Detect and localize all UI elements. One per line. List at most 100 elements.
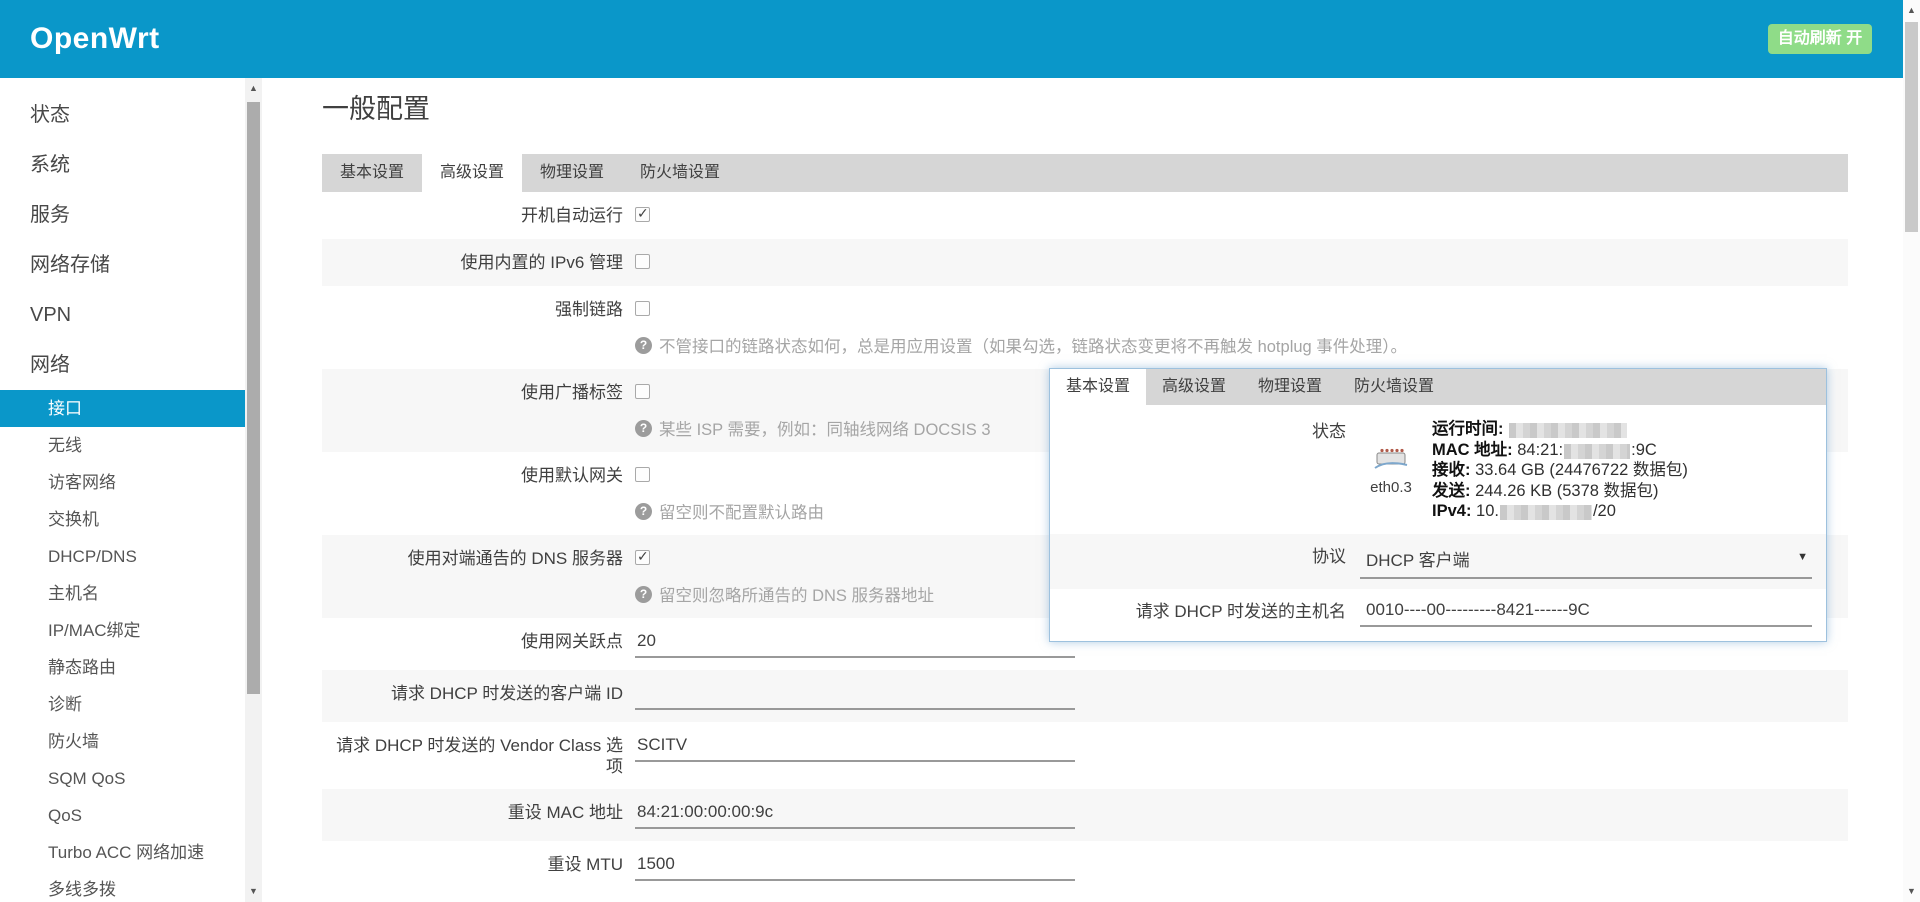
sidebar-subitem-ip-mac-binding[interactable]: IP/MAC绑定 [0,612,245,649]
interface-status-text: 运行时间: MAC 地址: 84:21::9C 接收: 33.64 GB (24… [1432,419,1688,522]
field-label: 强制链路 [322,298,635,320]
tab-advanced-settings[interactable]: 高级设置 [422,154,522,192]
sidebar-subitem-multiwan[interactable]: 多线多拨 [0,871,245,902]
gateway-metric-input[interactable] [635,630,1075,658]
sidebar-item-status[interactable]: 状态 [0,90,245,140]
openwrt-logo: OpenWrt [30,0,160,78]
scroll-down-icon[interactable]: ▼ [245,883,262,900]
page-scrollbar-thumb[interactable] [1905,22,1918,232]
override-mac-input[interactable] [635,801,1075,829]
chevron-down-icon: ▼ [1797,551,1808,563]
field-label: 重设 MTU [322,853,635,875]
protocol-selected-value: DHCP 客户端 [1366,551,1470,570]
sidebar-item-system[interactable]: 系统 [0,140,245,190]
scroll-up-icon[interactable]: ▲ [245,80,262,97]
sidebar-subitem-wireless[interactable]: 无线 [0,427,245,464]
page-title: 一般配置 [322,92,1848,126]
interface-name: eth0.3 [1360,479,1422,496]
status-line-mac: MAC 地址: 84:21::9C [1432,440,1688,461]
field-label: 请求 DHCP 时发送的 Vendor Class 选项 [322,734,635,777]
field-help: ? 不管接口的链路状态如何，总是用应用设置（如果勾选，链路状态变更将不再触发 h… [635,333,1848,357]
field-label: 请求 DHCP 时发送的客户端 ID [322,682,635,704]
popup-row-hostname: 请求 DHCP 时发送的主机名 [1050,589,1826,641]
sidebar-subitem-static-routes[interactable]: 静态路由 [0,649,245,686]
sidebar-subitem-switch[interactable]: 交换机 [0,501,245,538]
protocol-select[interactable]: DHCP 客户端 ▼ [1360,544,1812,579]
dhcp-hostname-input[interactable] [1360,599,1812,627]
field-label: 使用广播标签 [322,381,635,403]
default-gateway-checkbox[interactable] [635,467,650,482]
sidebar-subitem-firewall[interactable]: 防火墙 [0,723,245,760]
redacted-pixelation [1564,444,1630,459]
sidebar-item-network[interactable]: 网络 [0,340,245,390]
field-label: 开机自动运行 [322,204,635,226]
popup-tab-advanced-settings[interactable]: 高级设置 [1146,369,1242,405]
tab-firewall-settings[interactable]: 防火墙设置 [622,154,738,192]
page-scrollbar[interactable]: ▲ ▼ [1903,0,1920,902]
popup-tab-firewall-settings[interactable]: 防火墙设置 [1338,369,1450,405]
tab-physical-settings[interactable]: 物理设置 [522,154,622,192]
interface-quick-config-popup: 基本设置 高级设置 物理设置 防火墙设置 状态 eth0.3 [1049,368,1827,642]
status-line-tx: 发送: 244.26 KB (5378 数据包) [1432,481,1688,502]
sidebar-scrollbar[interactable]: ▲ ▼ [245,78,262,902]
sidebar-subitem-turbo-acc[interactable]: Turbo ACC 网络加速 [0,834,245,871]
sidebar-subitem-diagnostics[interactable]: 诊断 [0,686,245,723]
status-line-uptime: 运行时间: [1432,419,1688,440]
field-label: 重设 MAC 地址 [322,801,635,823]
tab-general-settings[interactable]: 基本设置 [322,154,422,192]
status-line-ipv4: IPv4: 10./20 [1432,501,1688,522]
help-icon: ? [635,420,652,437]
form-row-override-mtu: 重设 MTU [322,841,1848,893]
sidebar-subitem-hostnames[interactable]: 主机名 [0,575,245,612]
form-row-override-mac: 重设 MAC 地址 [322,789,1848,841]
sidebar-subitem-sqm-qos[interactable]: SQM QoS [0,760,245,797]
help-icon: ? [635,503,652,520]
field-label: 状态 [1050,419,1360,442]
sidebar-subitem-interfaces[interactable]: 接口 [0,390,245,427]
dhcp-client-id-input[interactable] [635,682,1075,710]
scroll-down-icon[interactable]: ▼ [1903,883,1920,900]
popup-row-status: 状态 eth0.3 运行时间: [1050,405,1826,534]
sidebar-item-nas[interactable]: 网络存储 [0,240,245,290]
sidebar-nav: 状态 系统 服务 网络存储 VPN 网络 接口 无线 访客网络 交换机 DHCP… [0,78,245,902]
field-label: 使用网关跃点 [322,630,635,652]
sidebar-subitem-guest-network[interactable]: 访客网络 [0,464,245,501]
sidebar-subitem-dhcp-dns[interactable]: DHCP/DNS [0,538,245,575]
top-header-bar: OpenWrt 自动刷新 开 [0,0,1920,78]
status-line-rx: 接收: 33.64 GB (24476722 数据包) [1432,460,1688,481]
form-row-force-link: 强制链路 ? 不管接口的链路状态如何，总是用应用设置（如果勾选，链路状态变更将不… [322,286,1848,369]
help-icon: ? [635,337,652,354]
interface-badge: eth0.3 [1360,444,1422,496]
sidebar-scrollbar-thumb[interactable] [247,102,260,694]
form-row-bring-up-on-boot: 开机自动运行 [322,192,1848,239]
sidebar-subitem-qos[interactable]: QoS [0,797,245,834]
scroll-up-icon[interactable]: ▲ [1903,2,1920,19]
help-text: 不管接口的链路状态如何，总是用应用设置（如果勾选，链路状态变更将不再触发 hot… [659,333,1407,357]
field-label: 协议 [1050,544,1360,567]
ipv6-management-checkbox[interactable] [635,254,650,269]
bring-up-on-boot-checkbox[interactable] [635,207,650,222]
help-text: 留空则不配置默认路由 [659,499,824,523]
redacted-pixelation [1500,505,1592,520]
popup-tab-general-settings[interactable]: 基本设置 [1050,369,1146,405]
redacted-pixelation [1509,423,1627,438]
form-row-dhcp-client-id: 请求 DHCP 时发送的客户端 ID [322,670,1848,722]
vendor-class-input[interactable] [635,734,1075,762]
ethernet-interface-icon [1370,444,1412,472]
force-link-checkbox[interactable] [635,301,650,316]
auto-refresh-toggle-button[interactable]: 自动刷新 开 [1768,24,1872,54]
interface-config-tabbar: 基本设置 高级设置 物理设置 防火墙设置 [322,154,1848,192]
help-icon: ? [635,586,652,603]
sidebar-item-vpn[interactable]: VPN [0,290,245,340]
broadcast-flag-checkbox[interactable] [635,384,650,399]
sidebar-item-services[interactable]: 服务 [0,190,245,240]
peer-dns-checkbox[interactable] [635,550,650,565]
form-row-vendor-class: 请求 DHCP 时发送的 Vendor Class 选项 [322,722,1848,789]
help-text: 某些 ISP 需要，例如：同轴线网络 DOCSIS 3 [659,416,991,440]
override-mtu-input[interactable] [635,853,1075,881]
popup-tab-physical-settings[interactable]: 物理设置 [1242,369,1338,405]
field-label: 使用内置的 IPv6 管理 [322,251,635,273]
field-label: 使用对端通告的 DNS 服务器 [322,547,635,569]
help-text: 留空则忽略所通告的 DNS 服务器地址 [659,582,934,606]
popup-tabbar: 基本设置 高级设置 物理设置 防火墙设置 [1050,369,1826,405]
